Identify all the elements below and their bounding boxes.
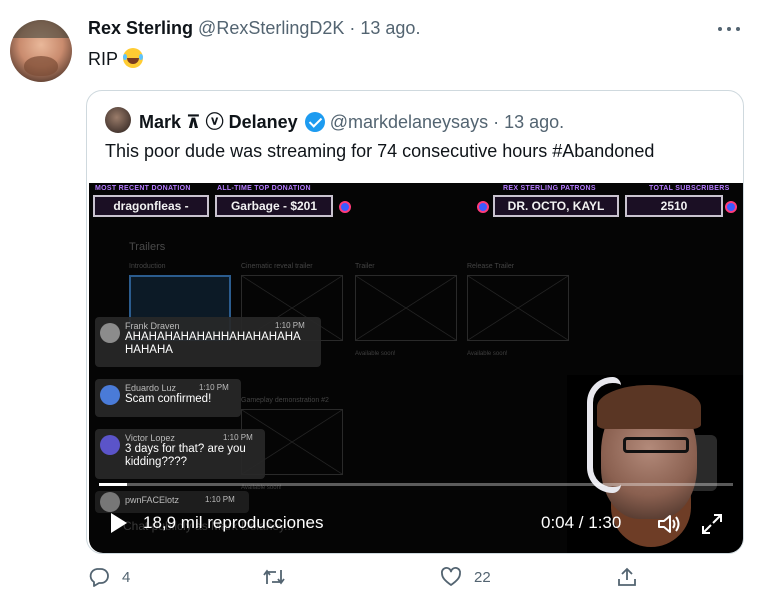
tweet-date[interactable]: 13 ago. bbox=[360, 18, 420, 38]
chat-avatar bbox=[100, 323, 120, 343]
thumb-label: Release Trailer bbox=[467, 263, 515, 270]
chat-time: 1:10 PM bbox=[223, 433, 253, 442]
hud-gem-icon bbox=[725, 201, 737, 213]
chat-text: Scam confirmed! bbox=[125, 393, 212, 405]
quoted-header-separator: · bbox=[488, 112, 505, 132]
chat-text: 3 days for that? are you kidding???? bbox=[125, 443, 246, 468]
retweet-button[interactable] bbox=[262, 566, 298, 588]
available-soon-text: Available soon! bbox=[355, 351, 396, 357]
hud-patrons-label: REX STERLING PATRONS bbox=[503, 185, 596, 192]
thumb-label: Trailer bbox=[355, 263, 375, 270]
hud-top-donation-label: ALL-TIME TOP DONATION bbox=[217, 185, 311, 192]
hud-subscribers-label: TOTAL SUBSCRIBERS bbox=[649, 185, 730, 192]
author-name[interactable]: Rex Sterling bbox=[88, 18, 193, 38]
share-icon bbox=[618, 567, 636, 586]
video-player[interactable]: MOST RECENT DONATION dragonfleas - ALL-T… bbox=[89, 183, 743, 553]
thumbnail-placeholder bbox=[355, 275, 457, 341]
chat-avatar bbox=[100, 385, 120, 405]
thumb-label: Introduction bbox=[129, 263, 166, 270]
like-count: 22 bbox=[474, 568, 491, 586]
quoted-author-name-part2: Delaney bbox=[223, 112, 298, 132]
author-avatar[interactable] bbox=[10, 20, 72, 82]
quoted-author-handle: @markdelaneysays bbox=[329, 112, 489, 132]
hud-patrons-value: DR. OCTO, KAYL bbox=[493, 195, 619, 217]
chat-time: 1:10 PM bbox=[199, 383, 229, 392]
volume-icon[interactable] bbox=[657, 514, 681, 534]
header-separator: · bbox=[344, 18, 361, 38]
tweet-header: Rex Sterling @RexSterlingD2K · 13 ago. bbox=[88, 18, 420, 39]
chat-message: Frank Draven 1:10 PM AHAHAHAHAHAHHAHAHAH… bbox=[95, 317, 321, 367]
like-button[interactable]: 22 bbox=[440, 566, 491, 588]
thumb-label: Cinematic reveal trailer bbox=[241, 263, 313, 270]
chat-message: Victor Lopez 1:10 PM 3 days for that? ar… bbox=[95, 429, 265, 479]
hud-gem-icon bbox=[477, 201, 489, 213]
chat-avatar bbox=[100, 492, 120, 512]
more-options-icon[interactable] bbox=[718, 22, 740, 36]
reply-icon bbox=[89, 568, 109, 587]
hud-most-recent-value: dragonfleas - bbox=[93, 195, 209, 217]
avatar-beard bbox=[24, 56, 58, 76]
laughing-emoji-icon bbox=[122, 48, 143, 68]
tweet-text-content: RIP bbox=[88, 49, 118, 69]
cam-glasses bbox=[623, 437, 689, 453]
trailers-title: Trailers bbox=[129, 241, 166, 253]
chat-avatar bbox=[100, 435, 120, 455]
quoted-author-name-part1: Mark bbox=[139, 112, 187, 132]
share-button[interactable] bbox=[616, 566, 638, 588]
video-time: 0:04 / 1:30 bbox=[541, 513, 622, 532]
quoted-tweet-date: 13 ago. bbox=[504, 112, 565, 132]
reply-button[interactable]: 4 bbox=[88, 566, 130, 588]
available-soon-text: Available soon! bbox=[467, 351, 508, 357]
hud-top-donation-value: Garbage - $201 bbox=[215, 195, 333, 217]
expand-icon[interactable] bbox=[701, 513, 723, 535]
thumbnail-placeholder bbox=[467, 275, 569, 341]
verified-badge-icon bbox=[304, 112, 325, 132]
chat-text: AHAHAHAHAHAHHAHAHAHAHA HAHAHA bbox=[125, 331, 301, 356]
author-handle[interactable]: @RexSterlingD2K bbox=[198, 18, 344, 38]
view-count: 18,9 mil reproducciones bbox=[143, 513, 324, 532]
hud-gem-icon bbox=[339, 201, 351, 213]
tweet-text: RIP bbox=[88, 48, 143, 70]
quoted-tweet-text: This poor dude was streaming for 74 cons… bbox=[105, 141, 655, 161]
hud-subscribers-value: 2510 bbox=[625, 195, 723, 217]
quoted-author-name-glyphs: ⊼ ⓥ bbox=[186, 112, 224, 132]
progress-fill bbox=[99, 483, 127, 486]
tweet-actions: 4 22 bbox=[0, 566, 768, 596]
headphones bbox=[587, 377, 621, 493]
play-icon[interactable] bbox=[111, 513, 127, 533]
quoted-tweet-card[interactable]: Mark ⊼ ⓥ Delaney @markdelaneysays · 13 a… bbox=[86, 90, 744, 554]
quoted-tweet-header: Mark ⊼ ⓥ Delaney @markdelaneysays · 13 a… bbox=[139, 108, 564, 134]
chat-message: pwnFACElotz 1:10 PM bbox=[95, 491, 249, 513]
quoted-author-avatar bbox=[105, 107, 131, 133]
heart-icon bbox=[441, 567, 461, 586]
chat-time: 1:10 PM bbox=[275, 321, 305, 330]
avatar-hat bbox=[10, 20, 72, 38]
chat-message: Eduardo Luz 1:10 PM Scam confirmed! bbox=[95, 379, 241, 417]
reply-count: 4 bbox=[122, 568, 131, 586]
thumb-label: Gameplay demonstration #2 bbox=[241, 397, 329, 404]
hud-most-recent-label: MOST RECENT DONATION bbox=[95, 185, 191, 192]
retweet-icon bbox=[263, 569, 285, 585]
chat-time: 1:10 PM bbox=[205, 495, 235, 504]
progress-bar[interactable] bbox=[99, 483, 733, 486]
